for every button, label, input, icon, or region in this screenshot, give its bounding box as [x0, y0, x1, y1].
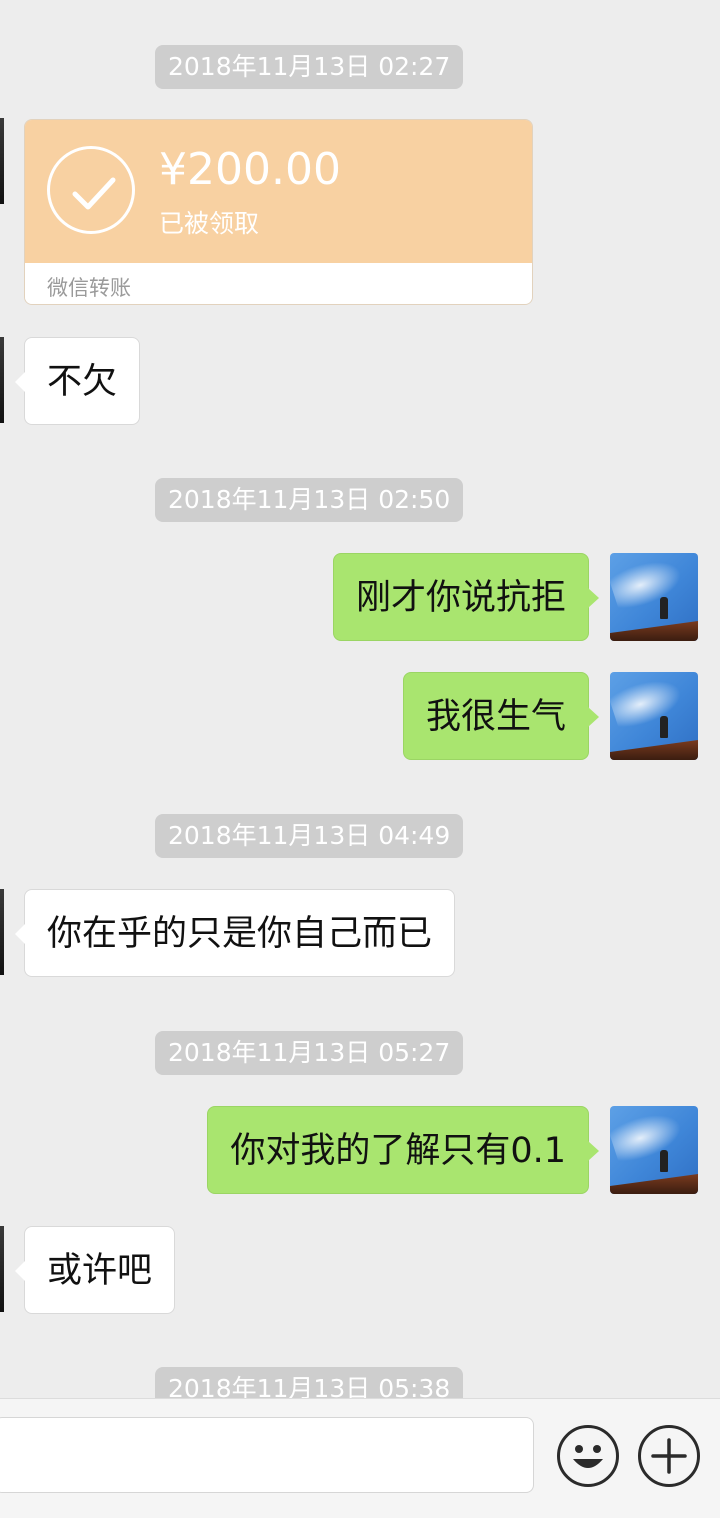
message-input[interactable] [0, 1417, 534, 1493]
avatar-roof [610, 1174, 698, 1194]
transfer-label: 微信转账 [47, 276, 131, 300]
contact-avatar[interactable] [0, 118, 4, 204]
timestamp: 2018年11月13日 02:50 [155, 478, 464, 522]
chat-area[interactable]: 2018年11月13日 02:27 ¥200.00 已被领取 微信转账 不欠 2… [0, 0, 720, 1398]
avatar-cloud [610, 1106, 687, 1166]
contact-avatar[interactable] [0, 337, 4, 423]
contact-avatar[interactable] [0, 1226, 4, 1312]
incoming-message[interactable]: 或许吧 [14, 1226, 176, 1314]
outgoing-message[interactable]: 你对我的了解只有0.1 [207, 1106, 599, 1194]
timestamp: 2018年11月13日 05:38 [155, 1367, 464, 1398]
avatar-cloud [610, 672, 687, 732]
avatar-figure [660, 716, 668, 738]
avatar-figure [660, 1150, 668, 1172]
my-avatar[interactable] [610, 1106, 698, 1194]
avatar-cloud [610, 553, 687, 613]
transfer-status: 已被领取 [159, 209, 260, 238]
avatar-roof [610, 740, 698, 760]
outgoing-message[interactable]: 我很生气 [402, 672, 600, 760]
my-avatar[interactable] [610, 553, 698, 641]
timestamp: 2018年11月13日 05:27 [155, 1031, 464, 1075]
incoming-message[interactable]: 你在乎的只是你自己而已 [14, 889, 456, 977]
timestamp: 2018年11月13日 02:27 [155, 45, 464, 89]
input-bar [0, 1398, 720, 1518]
transfer-card[interactable]: ¥200.00 已被领取 微信转账 [24, 119, 533, 305]
outgoing-message[interactable]: 刚才你说抗拒 [332, 553, 600, 641]
check-circle-icon [47, 146, 135, 234]
plus-icon[interactable] [638, 1425, 700, 1487]
timestamp: 2018年11月13日 04:49 [155, 814, 464, 858]
my-avatar[interactable] [610, 672, 698, 760]
avatar-figure [660, 597, 668, 619]
contact-avatar[interactable] [0, 889, 4, 975]
incoming-message[interactable]: 不欠 [14, 337, 141, 425]
emoji-icon[interactable] [557, 1425, 619, 1487]
avatar-roof [610, 621, 698, 641]
transfer-amount: ¥200.00 [159, 144, 341, 195]
